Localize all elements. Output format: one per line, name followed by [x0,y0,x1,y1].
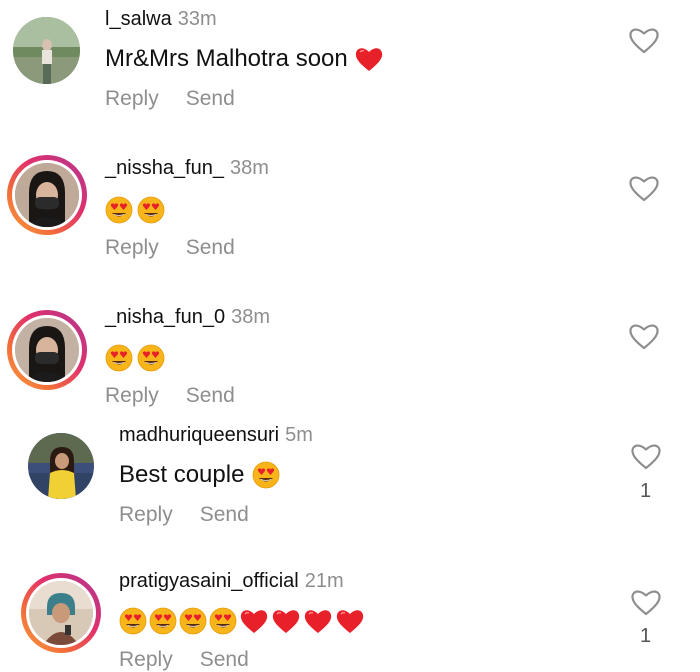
heart-outline-icon[interactable] [630,587,662,617]
timestamp: 5m [285,424,313,446]
comment-text [105,196,165,224]
comment-header: _nissha_fun_ 38m [105,157,269,180]
like-count: 1 [640,625,652,647]
comment-header: l_salwa 33m [105,8,217,31]
comment-actions: Reply Send [105,384,262,408]
heart-eyes-emoji [179,607,207,635]
send-button[interactable]: Send [186,236,235,259]
heart-eyes-emoji [105,344,133,372]
story-ring[interactable] [7,310,87,390]
reply-button[interactable]: Reply [119,503,173,526]
timestamp: 38m [231,306,271,328]
comment-actions: Reply Send [119,648,276,672]
heart-eyes-emoji [105,196,133,224]
avatar [15,318,79,382]
comment-text: Mr&Mrs Malhotra soon [105,45,384,73]
send-button[interactable]: Send [200,648,249,671]
red-heart-emoji [271,607,301,635]
send-button[interactable]: Send [186,87,235,110]
username[interactable]: _nisha_fun_0 [105,306,225,328]
heart-outline-icon[interactable] [630,441,662,471]
send-button[interactable]: Send [186,384,235,407]
reply-button[interactable]: Reply [105,384,159,407]
heart-outline-icon[interactable] [628,173,660,203]
heart-eyes-emoji [137,344,165,372]
heart-eyes-emoji [209,607,237,635]
red-heart-emoji [239,607,269,635]
comment-actions: Reply Send [119,503,276,527]
comment-text [105,344,165,372]
comment-text-content: Mr&Mrs Malhotra soon [105,45,348,72]
username[interactable]: _nissha_fun_ [105,157,224,179]
comment-header: pratigyasaini_official 21m [119,570,344,593]
heart-outline-icon[interactable] [628,25,660,55]
red-heart-emoji [335,607,365,635]
reply-button[interactable]: Reply [105,236,159,259]
comment-text-content: Best couple [119,461,245,488]
username[interactable]: l_salwa [105,8,172,30]
red-heart-emoji [303,607,333,635]
username[interactable]: madhuriqueensuri [119,424,279,446]
username[interactable]: pratigyasaini_official [119,570,299,592]
heart-outline-icon[interactable] [628,321,660,351]
comment-actions: Reply Send [105,236,262,260]
heart-eyes-emoji [149,607,177,635]
comment-item: l_salwa 33m Mr&Mrs Malhotra soon Reply Sen… [0,0,700,140]
comment-header: _nisha_fun_0 38m [105,306,270,329]
story-ring[interactable] [7,155,87,235]
heart-eyes-emoji [252,461,280,489]
comment-header: madhuriqueensuri 5m [119,424,313,447]
reply-button[interactable]: Reply [119,648,173,671]
avatar [15,163,79,227]
heart-eyes-emoji [119,607,147,635]
reply-button[interactable]: Reply [105,87,159,110]
story-ring[interactable] [21,573,101,653]
avatar[interactable] [28,433,94,499]
timestamp: 21m [304,570,344,592]
timestamp: 38m [229,157,269,179]
send-button[interactable]: Send [200,503,249,526]
red-heart-emoji [354,45,384,73]
timestamp: 33m [177,8,217,30]
comment-text: Best couple [119,461,280,489]
heart-eyes-emoji [137,196,165,224]
avatar [29,581,93,645]
comment-text [119,607,365,635]
comment-actions: Reply Send [105,87,262,111]
like-count: 1 [640,480,652,502]
avatar[interactable] [13,17,80,84]
